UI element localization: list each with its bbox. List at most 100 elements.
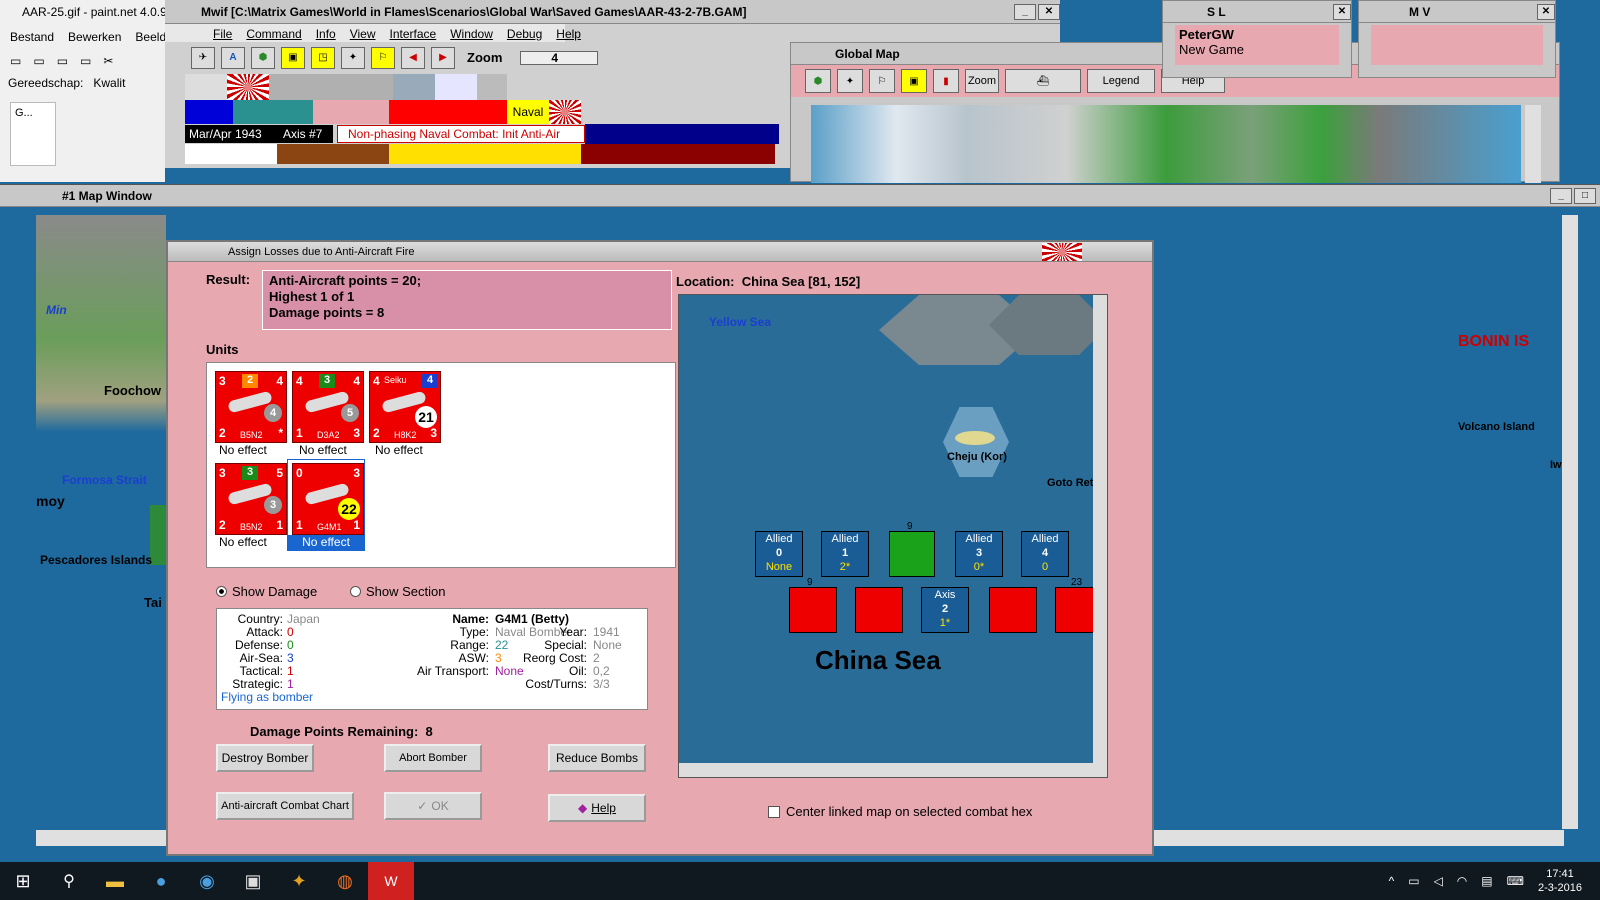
sl-content: PeterGW New Game bbox=[1175, 25, 1339, 65]
unit-top: 2 bbox=[242, 374, 258, 388]
print-icon[interactable]: ▭ bbox=[80, 54, 91, 68]
minimize-button[interactable]: _ bbox=[1550, 187, 1572, 204]
flag-icon[interactable]: ⚐ bbox=[371, 46, 395, 69]
thermometer-icon[interactable]: ▮ bbox=[933, 69, 959, 93]
unit-range: 5 bbox=[341, 404, 359, 422]
zoom-button[interactable]: Zoom bbox=[965, 69, 999, 93]
menu-bestand[interactable]: Bestand bbox=[10, 30, 54, 44]
menu-window[interactable]: Window bbox=[450, 27, 493, 42]
firefox-icon[interactable]: ◍ bbox=[322, 871, 368, 892]
aa-combat-chart-button[interactable]: Anti-aircraft Combat Chart bbox=[216, 792, 354, 820]
clock[interactable]: 17:41 2-3-2016 bbox=[1538, 867, 1582, 895]
tray-allied-0[interactable]: Allied 0 None bbox=[755, 531, 803, 577]
unit-counter-h8k2[interactable]: 4 Seiku 4 21 2 H8K2 3 bbox=[369, 371, 441, 443]
tray-allied-4[interactable]: Allied 4 0 bbox=[1021, 531, 1069, 577]
app-icon-4[interactable]: ✦ bbox=[276, 871, 322, 892]
show-damage-radio[interactable]: Show Damage bbox=[216, 584, 317, 599]
global-map-view[interactable] bbox=[811, 105, 1521, 183]
axis-unit-counter-1[interactable] bbox=[789, 587, 837, 633]
tray-axis-2[interactable]: Axis 2 1* bbox=[921, 587, 969, 633]
notification-icon[interactable]: ▤ bbox=[1481, 874, 1492, 888]
unit-range: 4 bbox=[264, 404, 282, 422]
zoom-slider[interactable]: 4 bbox=[520, 50, 599, 65]
mwif-taskbar-icon[interactable]: W bbox=[368, 862, 414, 900]
star-icon[interactable]: ✦ bbox=[341, 46, 365, 69]
tray-number: 4 bbox=[1041, 547, 1049, 559]
flag-icon[interactable]: ⚐ bbox=[869, 69, 895, 93]
menu-help[interactable]: Help bbox=[556, 27, 581, 42]
mv-content bbox=[1371, 25, 1543, 65]
maximize-button[interactable]: □ bbox=[1574, 187, 1596, 204]
save-icon[interactable]: ▭ bbox=[57, 54, 68, 68]
close-button[interactable]: ✕ bbox=[1333, 3, 1351, 20]
axis-unit-counter-3[interactable] bbox=[989, 587, 1037, 633]
a-icon[interactable]: A bbox=[221, 46, 245, 69]
unit-right: 4 bbox=[276, 374, 283, 388]
tray-allied-1[interactable]: Allied 1 2* bbox=[821, 531, 869, 577]
legend-button[interactable]: Legend bbox=[1087, 69, 1155, 93]
unit-icon[interactable]: ▣ bbox=[281, 46, 305, 69]
menu-view[interactable]: View bbox=[350, 27, 376, 42]
player-name: PeterGW bbox=[1179, 27, 1234, 42]
star-icon[interactable]: ✦ bbox=[837, 69, 863, 93]
unit-counter-d3a2[interactable]: 4 3 4 5 1 D3A2 3 bbox=[292, 371, 364, 443]
label-amoy: moy bbox=[36, 493, 65, 509]
new-icon[interactable]: ▭ bbox=[10, 54, 21, 68]
menu-bewerken[interactable]: Bewerken bbox=[68, 30, 121, 44]
air-icon[interactable]: ✈ bbox=[191, 46, 215, 69]
unit-icon-2[interactable]: ◳ bbox=[311, 46, 335, 69]
clock-time: 17:41 bbox=[1546, 868, 1574, 880]
unit-status: No effect bbox=[219, 535, 267, 549]
abort-bomber-button[interactable]: Abort Bomber bbox=[384, 744, 482, 772]
green-hex-icon[interactable]: ⬢ bbox=[251, 46, 275, 69]
minimize-button[interactable]: _ bbox=[1014, 3, 1036, 20]
wifi-icon[interactable]: ◠ bbox=[1457, 874, 1467, 888]
app-icon-2[interactable]: ◉ bbox=[184, 871, 230, 892]
ok-button[interactable]: ✓ OK bbox=[384, 792, 482, 820]
menu-debug[interactable]: Debug bbox=[507, 27, 542, 42]
allied-fighter-counter[interactable] bbox=[889, 531, 935, 577]
battery-icon[interactable]: ▭ bbox=[1408, 874, 1419, 888]
ship-icon[interactable]: ⛴ bbox=[1005, 69, 1081, 93]
close-button[interactable]: ✕ bbox=[1038, 3, 1060, 20]
help-book-icon: ◆ bbox=[578, 801, 588, 815]
unit-bottom-right: 1 bbox=[276, 518, 283, 532]
app-icon-1[interactable]: ● bbox=[138, 871, 184, 892]
mini-map-scrollbar-h[interactable] bbox=[679, 763, 1107, 777]
destroy-bomber-button[interactable]: Destroy Bomber bbox=[216, 744, 314, 772]
menu-beeld[interactable]: Beeld bbox=[135, 30, 166, 44]
windows-start-icon[interactable]: ⊞ bbox=[0, 871, 46, 892]
combat-hex-map[interactable]: Yellow Sea Cheju (Kor) Goto Rett Allied … bbox=[678, 294, 1108, 778]
menu-info[interactable]: Info bbox=[316, 27, 336, 42]
chevron-up-icon[interactable]: ^ bbox=[1389, 874, 1395, 888]
close-button[interactable]: ✕ bbox=[1537, 3, 1555, 20]
file-explorer-icon[interactable]: ▬ bbox=[92, 871, 138, 892]
unit-counter-b5n2-2[interactable]: 3 3 5 3 2 B5N2 1 bbox=[215, 463, 287, 535]
arrow-right-icon[interactable]: ▶ bbox=[431, 46, 455, 69]
cut-icon[interactable]: ✂ bbox=[103, 54, 113, 68]
search-icon[interactable]: ⚲ bbox=[46, 871, 92, 891]
green-hex-icon[interactable]: ⬢ bbox=[805, 69, 831, 93]
axis-unit-counter-2[interactable] bbox=[855, 587, 903, 633]
speaker-icon[interactable]: ◁ bbox=[1434, 874, 1443, 888]
unit-counter-b5n2[interactable]: 3 2 4 4 2 B5N2 * bbox=[215, 371, 287, 443]
map-scrollbar-v[interactable] bbox=[1562, 215, 1578, 829]
show-section-radio[interactable]: Show Section bbox=[350, 584, 446, 599]
menu-file[interactable]: File bbox=[213, 27, 232, 42]
unit-attack: 4 bbox=[373, 374, 380, 388]
open-icon[interactable]: ▭ bbox=[33, 54, 44, 68]
menu-command[interactable]: Command bbox=[246, 27, 301, 42]
mini-map-scrollbar-v[interactable] bbox=[1093, 295, 1107, 777]
reduce-bombs-button[interactable]: Reduce Bombs bbox=[548, 744, 646, 772]
help-button[interactable]: ◆ Help bbox=[548, 794, 646, 822]
unit-counter-g4m1[interactable]: 0 3 22 1 G4M1 1 bbox=[292, 463, 364, 535]
menu-interface[interactable]: Interface bbox=[390, 27, 437, 42]
center-linked-checkbox[interactable]: Center linked map on selected combat hex bbox=[768, 804, 1032, 819]
arrow-left-icon[interactable]: ◀ bbox=[401, 46, 425, 69]
keyboard-icon[interactable]: ⌨ bbox=[1507, 874, 1524, 888]
global-map-scrollbar[interactable] bbox=[1525, 105, 1541, 183]
tray-allied-3[interactable]: Allied 3 0* bbox=[955, 531, 1003, 577]
app-icon-3[interactable]: ▣ bbox=[230, 871, 276, 892]
unit-icon[interactable]: ▣ bbox=[901, 69, 927, 93]
result-line-1: Anti-Aircraft points = 20; bbox=[269, 273, 422, 288]
